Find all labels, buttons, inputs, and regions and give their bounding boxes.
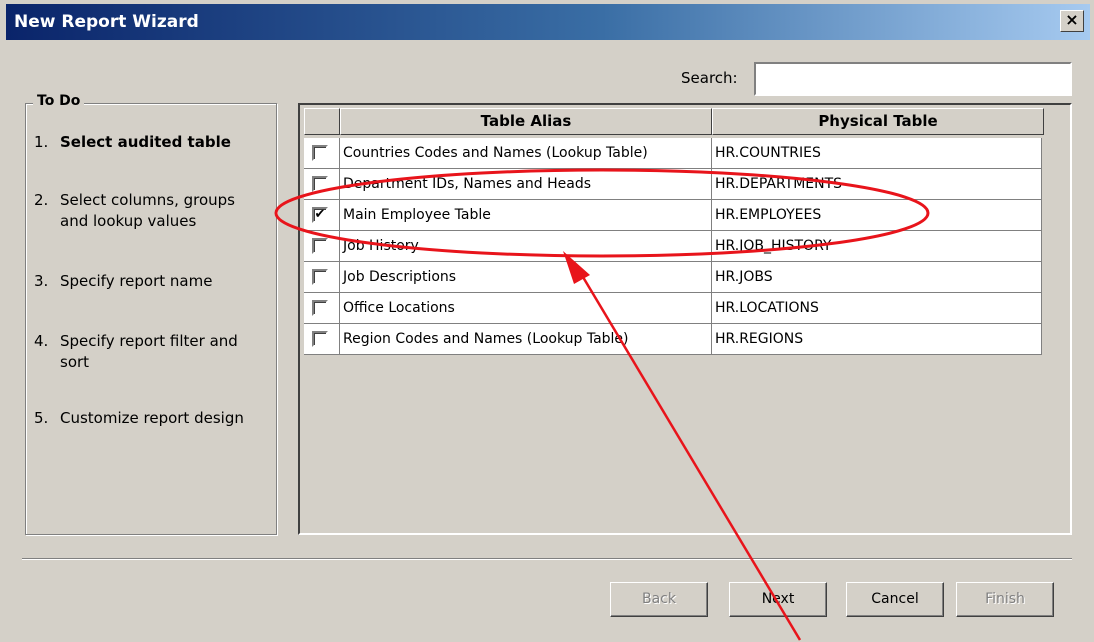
- row-checkbox[interactable]: [312, 176, 328, 192]
- checkbox-cell[interactable]: [304, 231, 340, 262]
- window-title: New Report Wizard: [14, 12, 199, 32]
- table-row[interactable]: Department IDs, Names and Heads HR.DEPAR…: [304, 169, 1042, 200]
- step-label: Customize report design: [60, 409, 244, 427]
- physical-table-cell[interactable]: HR.EMPLOYEES: [712, 200, 1042, 231]
- table-row[interactable]: Job History HR.JOB_HISTORY: [304, 231, 1042, 262]
- table-row[interactable]: Office Locations HR.LOCATIONS: [304, 293, 1042, 324]
- wizard-window: New Report Wizard × Search: To Do 1. Sele…: [0, 0, 1094, 642]
- row-checkbox[interactable]: [312, 300, 328, 316]
- finish-button[interactable]: Finish: [956, 582, 1054, 617]
- step-number: 2.: [34, 191, 49, 209]
- step-1: 1. Select audited table: [34, 132, 269, 153]
- row-checkbox[interactable]: [312, 269, 328, 285]
- table-alias-cell[interactable]: Office Locations: [340, 293, 712, 324]
- table-alias-cell[interactable]: Main Employee Table: [340, 200, 712, 231]
- table-alias-cell[interactable]: Region Codes and Names (Lookup Table): [340, 324, 712, 355]
- step-2: 2. Select columns, groups and lookup valu…: [34, 190, 269, 232]
- search-label: Search:: [681, 69, 738, 87]
- step-5: 5. Customize report design: [34, 408, 269, 429]
- checkbox-cell[interactable]: [304, 262, 340, 293]
- table-row[interactable]: ✔ Main Employee Table HR.EMPLOYEES: [304, 200, 1042, 231]
- column-header-physical-table[interactable]: Physical Table: [712, 108, 1044, 135]
- checkbox-column-header[interactable]: [304, 108, 340, 135]
- table-alias-cell[interactable]: Job History: [340, 231, 712, 262]
- row-checkbox[interactable]: [312, 238, 328, 254]
- next-button[interactable]: Next: [729, 582, 827, 617]
- checkbox-cell[interactable]: ✔: [304, 200, 340, 231]
- row-checkbox[interactable]: [312, 145, 328, 161]
- physical-table-cell[interactable]: HR.DEPARTMENTS: [712, 169, 1042, 200]
- physical-table-cell[interactable]: HR.LOCATIONS: [712, 293, 1042, 324]
- step-number: 1.: [34, 133, 49, 151]
- step-4: 4. Specify report filter and sort: [34, 331, 269, 373]
- checkbox-cell[interactable]: [304, 324, 340, 355]
- table-row[interactable]: Countries Codes and Names (Lookup Table)…: [304, 138, 1042, 169]
- column-header-table-alias[interactable]: Table Alias: [340, 108, 712, 135]
- footer-separator: [22, 558, 1072, 560]
- physical-table-cell[interactable]: HR.REGIONS: [712, 324, 1042, 355]
- step-label: Specify report name: [60, 272, 213, 290]
- step-number: 4.: [34, 332, 49, 350]
- step-label: Select audited table: [60, 133, 231, 151]
- checkbox-cell[interactable]: [304, 293, 340, 324]
- row-checkbox[interactable]: [312, 331, 328, 347]
- checkbox-cell[interactable]: [304, 138, 340, 169]
- search-input[interactable]: [754, 62, 1072, 96]
- step-number: 5.: [34, 409, 49, 427]
- close-button[interactable]: ×: [1060, 10, 1084, 32]
- checkbox-cell[interactable]: [304, 169, 340, 200]
- close-icon: ×: [1065, 10, 1079, 29]
- step-number: 3.: [34, 272, 49, 290]
- physical-table-cell[interactable]: HR.JOBS: [712, 262, 1042, 293]
- todo-panel: [25, 103, 277, 535]
- checkmark-icon: ✔: [314, 207, 326, 222]
- cancel-button[interactable]: Cancel: [846, 582, 944, 617]
- table-row[interactable]: Job Descriptions HR.JOBS: [304, 262, 1042, 293]
- table-row[interactable]: Region Codes and Names (Lookup Table) HR…: [304, 324, 1042, 355]
- step-label: Specify report filter and sort: [60, 332, 238, 371]
- step-label: Select columns, groups and lookup values: [60, 191, 235, 230]
- todo-title: To Do: [33, 93, 85, 109]
- row-checkbox-checked[interactable]: ✔: [312, 207, 328, 223]
- title-bar[interactable]: New Report Wizard ×: [6, 4, 1090, 40]
- table-alias-cell[interactable]: Job Descriptions: [340, 262, 712, 293]
- back-button[interactable]: Back: [610, 582, 708, 617]
- table-alias-cell[interactable]: Countries Codes and Names (Lookup Table): [340, 138, 712, 169]
- physical-table-cell[interactable]: HR.JOB_HISTORY: [712, 231, 1042, 262]
- step-3: 3. Specify report name: [34, 271, 269, 292]
- table-alias-cell[interactable]: Department IDs, Names and Heads: [340, 169, 712, 200]
- physical-table-cell[interactable]: HR.COUNTRIES: [712, 138, 1042, 169]
